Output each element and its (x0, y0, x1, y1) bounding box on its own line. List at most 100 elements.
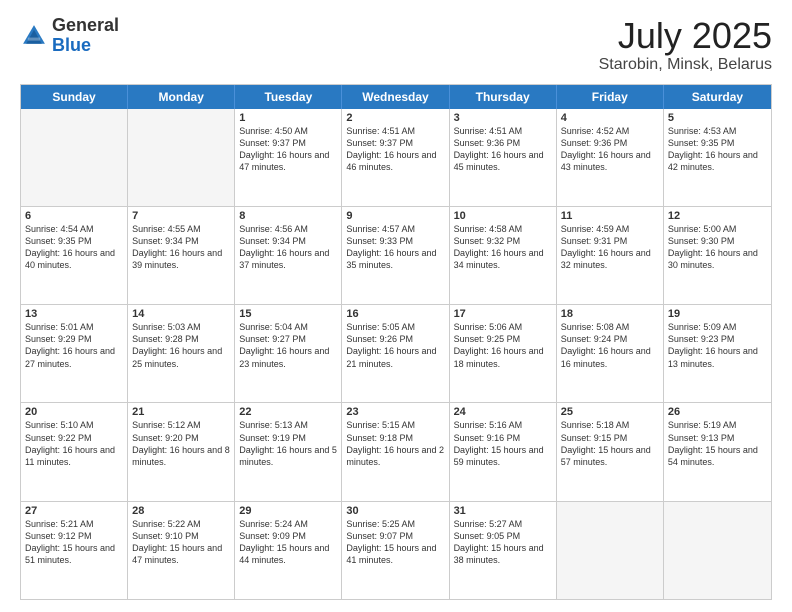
day-number: 2 (346, 112, 444, 124)
calendar-cell: 19Sunrise: 5:09 AM Sunset: 9:23 PM Dayli… (664, 305, 771, 402)
page: General Blue July 2025 Starobin, Minsk, … (0, 0, 792, 612)
day-number: 1 (239, 112, 337, 124)
title-block: July 2025 Starobin, Minsk, Belarus (599, 16, 772, 74)
calendar-cell: 30Sunrise: 5:25 AM Sunset: 9:07 PM Dayli… (342, 502, 449, 599)
day-number: 17 (454, 308, 552, 320)
day-info: Sunrise: 4:54 AM Sunset: 9:35 PM Dayligh… (25, 223, 123, 272)
calendar-cell: 9Sunrise: 4:57 AM Sunset: 9:33 PM Daylig… (342, 207, 449, 304)
calendar-cell (557, 502, 664, 599)
day-info: Sunrise: 5:13 AM Sunset: 9:19 PM Dayligh… (239, 419, 337, 468)
header-day-monday: Monday (128, 85, 235, 109)
calendar-cell: 12Sunrise: 5:00 AM Sunset: 9:30 PM Dayli… (664, 207, 771, 304)
calendar-cell: 6Sunrise: 4:54 AM Sunset: 9:35 PM Daylig… (21, 207, 128, 304)
day-number: 4 (561, 112, 659, 124)
day-info: Sunrise: 4:59 AM Sunset: 9:31 PM Dayligh… (561, 223, 659, 272)
header-day-sunday: Sunday (21, 85, 128, 109)
calendar-subtitle: Starobin, Minsk, Belarus (599, 56, 772, 74)
logo-text: General Blue (52, 16, 119, 56)
day-info: Sunrise: 5:04 AM Sunset: 9:27 PM Dayligh… (239, 321, 337, 370)
calendar-body: 1Sunrise: 4:50 AM Sunset: 9:37 PM Daylig… (21, 109, 771, 599)
calendar-cell (128, 109, 235, 206)
day-info: Sunrise: 4:58 AM Sunset: 9:32 PM Dayligh… (454, 223, 552, 272)
day-info: Sunrise: 5:18 AM Sunset: 9:15 PM Dayligh… (561, 419, 659, 468)
calendar-cell: 26Sunrise: 5:19 AM Sunset: 9:13 PM Dayli… (664, 403, 771, 500)
calendar-cell: 20Sunrise: 5:10 AM Sunset: 9:22 PM Dayli… (21, 403, 128, 500)
calendar-row-5: 27Sunrise: 5:21 AM Sunset: 9:12 PM Dayli… (21, 501, 771, 599)
day-info: Sunrise: 5:00 AM Sunset: 9:30 PM Dayligh… (668, 223, 767, 272)
day-info: Sunrise: 5:24 AM Sunset: 9:09 PM Dayligh… (239, 518, 337, 567)
logo-general: General (52, 16, 119, 36)
day-number: 11 (561, 210, 659, 222)
calendar-cell (21, 109, 128, 206)
day-info: Sunrise: 5:05 AM Sunset: 9:26 PM Dayligh… (346, 321, 444, 370)
calendar-row-1: 1Sunrise: 4:50 AM Sunset: 9:37 PM Daylig… (21, 109, 771, 206)
day-number: 16 (346, 308, 444, 320)
calendar-title: July 2025 (599, 16, 772, 56)
day-number: 29 (239, 505, 337, 517)
header-day-wednesday: Wednesday (342, 85, 449, 109)
day-info: Sunrise: 4:56 AM Sunset: 9:34 PM Dayligh… (239, 223, 337, 272)
day-number: 22 (239, 406, 337, 418)
calendar-cell: 28Sunrise: 5:22 AM Sunset: 9:10 PM Dayli… (128, 502, 235, 599)
day-number: 5 (668, 112, 767, 124)
day-info: Sunrise: 5:21 AM Sunset: 9:12 PM Dayligh… (25, 518, 123, 567)
calendar-cell: 15Sunrise: 5:04 AM Sunset: 9:27 PM Dayli… (235, 305, 342, 402)
day-info: Sunrise: 5:08 AM Sunset: 9:24 PM Dayligh… (561, 321, 659, 370)
calendar-cell: 5Sunrise: 4:53 AM Sunset: 9:35 PM Daylig… (664, 109, 771, 206)
day-number: 23 (346, 406, 444, 418)
day-info: Sunrise: 4:53 AM Sunset: 9:35 PM Dayligh… (668, 125, 767, 174)
day-number: 27 (25, 505, 123, 517)
day-number: 28 (132, 505, 230, 517)
calendar-row-3: 13Sunrise: 5:01 AM Sunset: 9:29 PM Dayli… (21, 304, 771, 402)
day-info: Sunrise: 5:25 AM Sunset: 9:07 PM Dayligh… (346, 518, 444, 567)
calendar: SundayMondayTuesdayWednesdayThursdayFrid… (20, 84, 772, 600)
calendar-cell: 18Sunrise: 5:08 AM Sunset: 9:24 PM Dayli… (557, 305, 664, 402)
day-number: 13 (25, 308, 123, 320)
day-info: Sunrise: 5:22 AM Sunset: 9:10 PM Dayligh… (132, 518, 230, 567)
calendar-cell: 7Sunrise: 4:55 AM Sunset: 9:34 PM Daylig… (128, 207, 235, 304)
day-number: 15 (239, 308, 337, 320)
calendar-row-4: 20Sunrise: 5:10 AM Sunset: 9:22 PM Dayli… (21, 402, 771, 500)
day-number: 9 (346, 210, 444, 222)
calendar-cell (664, 502, 771, 599)
header-day-saturday: Saturday (664, 85, 771, 109)
logo: General Blue (20, 16, 119, 56)
day-number: 30 (346, 505, 444, 517)
logo-blue: Blue (52, 36, 119, 56)
calendar-cell: 1Sunrise: 4:50 AM Sunset: 9:37 PM Daylig… (235, 109, 342, 206)
calendar-cell: 22Sunrise: 5:13 AM Sunset: 9:19 PM Dayli… (235, 403, 342, 500)
logo-icon (20, 22, 48, 50)
day-info: Sunrise: 5:27 AM Sunset: 9:05 PM Dayligh… (454, 518, 552, 567)
calendar-cell: 11Sunrise: 4:59 AM Sunset: 9:31 PM Dayli… (557, 207, 664, 304)
calendar-cell: 27Sunrise: 5:21 AM Sunset: 9:12 PM Dayli… (21, 502, 128, 599)
day-info: Sunrise: 4:51 AM Sunset: 9:37 PM Dayligh… (346, 125, 444, 174)
day-info: Sunrise: 4:55 AM Sunset: 9:34 PM Dayligh… (132, 223, 230, 272)
day-number: 10 (454, 210, 552, 222)
day-info: Sunrise: 4:51 AM Sunset: 9:36 PM Dayligh… (454, 125, 552, 174)
header-day-tuesday: Tuesday (235, 85, 342, 109)
calendar-cell: 29Sunrise: 5:24 AM Sunset: 9:09 PM Dayli… (235, 502, 342, 599)
day-number: 31 (454, 505, 552, 517)
calendar-header: SundayMondayTuesdayWednesdayThursdayFrid… (21, 85, 771, 109)
header-day-thursday: Thursday (450, 85, 557, 109)
header: General Blue July 2025 Starobin, Minsk, … (20, 16, 772, 74)
day-number: 18 (561, 308, 659, 320)
day-number: 20 (25, 406, 123, 418)
calendar-cell: 14Sunrise: 5:03 AM Sunset: 9:28 PM Dayli… (128, 305, 235, 402)
calendar-cell: 21Sunrise: 5:12 AM Sunset: 9:20 PM Dayli… (128, 403, 235, 500)
calendar-cell: 16Sunrise: 5:05 AM Sunset: 9:26 PM Dayli… (342, 305, 449, 402)
day-info: Sunrise: 4:50 AM Sunset: 9:37 PM Dayligh… (239, 125, 337, 174)
day-number: 12 (668, 210, 767, 222)
day-number: 3 (454, 112, 552, 124)
day-info: Sunrise: 5:19 AM Sunset: 9:13 PM Dayligh… (668, 419, 767, 468)
day-number: 8 (239, 210, 337, 222)
calendar-cell: 31Sunrise: 5:27 AM Sunset: 9:05 PM Dayli… (450, 502, 557, 599)
calendar-cell: 17Sunrise: 5:06 AM Sunset: 9:25 PM Dayli… (450, 305, 557, 402)
day-number: 6 (25, 210, 123, 222)
day-number: 19 (668, 308, 767, 320)
calendar-row-2: 6Sunrise: 4:54 AM Sunset: 9:35 PM Daylig… (21, 206, 771, 304)
calendar-cell: 3Sunrise: 4:51 AM Sunset: 9:36 PM Daylig… (450, 109, 557, 206)
calendar-cell: 25Sunrise: 5:18 AM Sunset: 9:15 PM Dayli… (557, 403, 664, 500)
day-number: 24 (454, 406, 552, 418)
day-info: Sunrise: 5:12 AM Sunset: 9:20 PM Dayligh… (132, 419, 230, 468)
